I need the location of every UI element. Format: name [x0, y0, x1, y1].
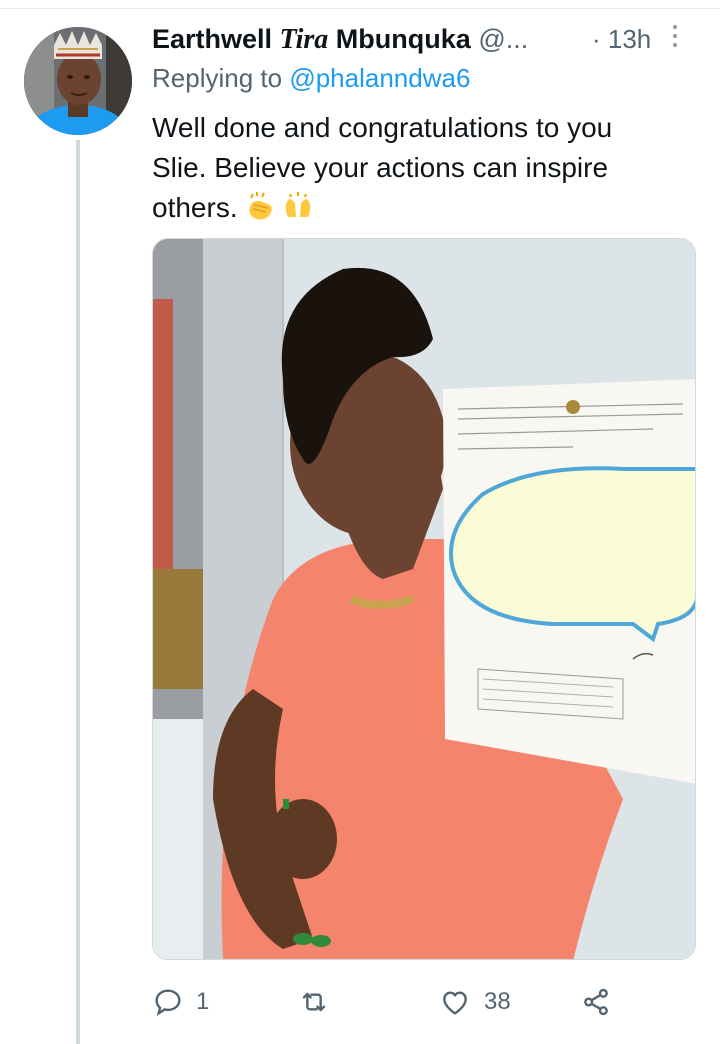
- replying-handle-link[interactable]: @phalanndwa6: [289, 63, 470, 93]
- replying-to: Replying to @phalanndwa6: [152, 63, 470, 94]
- more-options-icon[interactable]: [669, 25, 681, 57]
- display-name[interactable]: Earthwell Tira Mbunquka @...: [152, 24, 528, 56]
- tweet-text: Well done and congratulations to you Sli…: [152, 108, 672, 234]
- tweet-header: Earthwell Tira Mbunquka @... · 13h: [152, 22, 692, 58]
- replying-prefix: Replying to: [152, 63, 290, 93]
- photo-image: [153, 239, 695, 959]
- reply-icon: [155, 989, 181, 1016]
- tweet-actions: 1 38: [152, 985, 672, 1019]
- share-button[interactable]: [580, 985, 612, 1019]
- retweet-button[interactable]: [297, 985, 343, 1019]
- tweet-time[interactable]: · 13h: [592, 24, 651, 55]
- user-handle[interactable]: @...: [478, 24, 528, 54]
- display-name-part: Earthwell: [152, 24, 280, 54]
- reply-count: 1: [196, 988, 210, 1015]
- display-name-part-2: Mbunquka: [328, 24, 471, 54]
- clapping-hands-icon: [244, 191, 276, 234]
- avatar-image: [24, 27, 132, 135]
- tweet-text-content: Well done and congratulations to you Sli…: [152, 112, 613, 223]
- reply-button[interactable]: 1: [152, 985, 209, 1019]
- tweet-photo[interactable]: [152, 238, 696, 960]
- thread-line: [76, 140, 80, 1044]
- retweet-icon: [302, 992, 326, 1012]
- display-name-italic: Tira: [279, 24, 329, 55]
- user-avatar[interactable]: [24, 27, 132, 135]
- like-count: 38: [484, 988, 511, 1015]
- share-icon: [584, 988, 608, 1016]
- heart-icon: [443, 991, 467, 1015]
- raising-hands-icon: [282, 191, 314, 234]
- like-button[interactable]: 38: [438, 985, 511, 1019]
- top-divider: [0, 8, 720, 9]
